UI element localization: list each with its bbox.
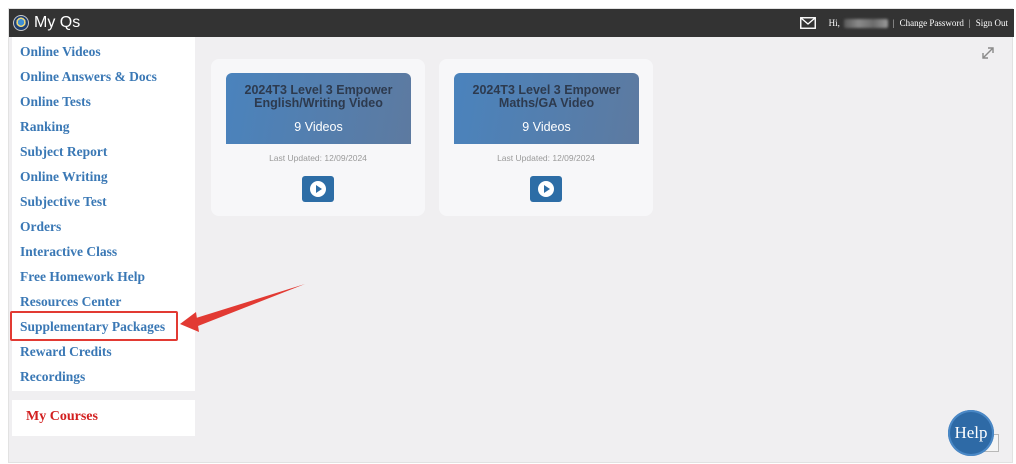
card-title: 2024T3 Level 3 Empower Maths/GA Video: [454, 84, 639, 110]
top-bar: My Qs Hi, | Change Password | Sign Out: [9, 9, 1014, 37]
brand[interactable]: My Qs: [13, 13, 80, 33]
last-updated: Last Updated: 12/09/2024: [269, 153, 367, 163]
card-header: 2024T3 Level 3 Empower English/Writing V…: [226, 73, 411, 144]
sidebar-item-resources-center[interactable]: Resources Center: [20, 294, 121, 310]
play-icon: [538, 181, 554, 197]
app-window: My Qs Hi, | Change Password | Sign Out O…: [8, 8, 1014, 463]
course-card-english[interactable]: 2024T3 Level 3 Empower English/Writing V…: [211, 59, 425, 216]
annotation-highlight-box: [10, 311, 178, 341]
change-password-link[interactable]: Change Password: [900, 18, 964, 28]
sidebar-item-reward-credits[interactable]: Reward Credits: [20, 344, 112, 360]
sidebar-item-orders[interactable]: Orders: [20, 219, 61, 235]
help-button[interactable]: Help: [948, 410, 994, 456]
video-count: 9 Videos: [522, 120, 571, 134]
last-updated: Last Updated: 12/09/2024: [497, 153, 595, 163]
my-courses-panel: My Courses: [12, 400, 195, 436]
redacted-username: [843, 18, 888, 28]
logo-icon: [13, 15, 29, 31]
card-title: 2024T3 Level 3 Empower English/Writing V…: [226, 84, 411, 110]
course-card-maths[interactable]: 2024T3 Level 3 Empower Maths/GA Video 9 …: [439, 59, 653, 216]
app-title: My Qs: [34, 14, 81, 31]
mail-icon[interactable]: [799, 17, 816, 29]
my-courses-link[interactable]: My Courses: [26, 409, 98, 425]
sidebar-item-online-tests[interactable]: Online Tests: [20, 94, 91, 110]
card-title-line: English/Writing Video: [254, 96, 383, 110]
sidebar-item-online-writing[interactable]: Online Writing: [20, 169, 108, 185]
sidebar-item-online-videos[interactable]: Online Videos: [20, 44, 101, 60]
sidebar-item-interactive-class[interactable]: Interactive Class: [20, 244, 117, 260]
sign-out-link[interactable]: Sign Out: [976, 18, 1008, 28]
video-count: 9 Videos: [294, 120, 343, 134]
user-greeting: Hi,: [829, 18, 888, 28]
sidebar-item-free-homework-help[interactable]: Free Homework Help: [20, 269, 145, 285]
sidebar-item-subject-report[interactable]: Subject Report: [20, 144, 107, 160]
play-button[interactable]: [302, 176, 334, 202]
play-icon: [310, 181, 326, 197]
sidebar-item-online-answers-docs[interactable]: Online Answers & Docs: [20, 69, 157, 85]
play-button[interactable]: [530, 176, 562, 202]
user-menu: Hi, | Change Password | Sign Out: [799, 9, 1008, 37]
expand-icon[interactable]: [981, 46, 995, 60]
sidebar-item-ranking[interactable]: Ranking: [20, 119, 70, 135]
sidebar-item-recordings[interactable]: Recordings: [20, 369, 85, 385]
separator: |: [968, 18, 971, 28]
separator: |: [892, 18, 895, 28]
sidebar-item-subjective-test[interactable]: Subjective Test: [20, 194, 107, 210]
card-title-line: Maths/GA Video: [498, 96, 595, 110]
card-header: 2024T3 Level 3 Empower Maths/GA Video 9 …: [454, 73, 639, 144]
greeting-text: Hi,: [828, 18, 840, 28]
